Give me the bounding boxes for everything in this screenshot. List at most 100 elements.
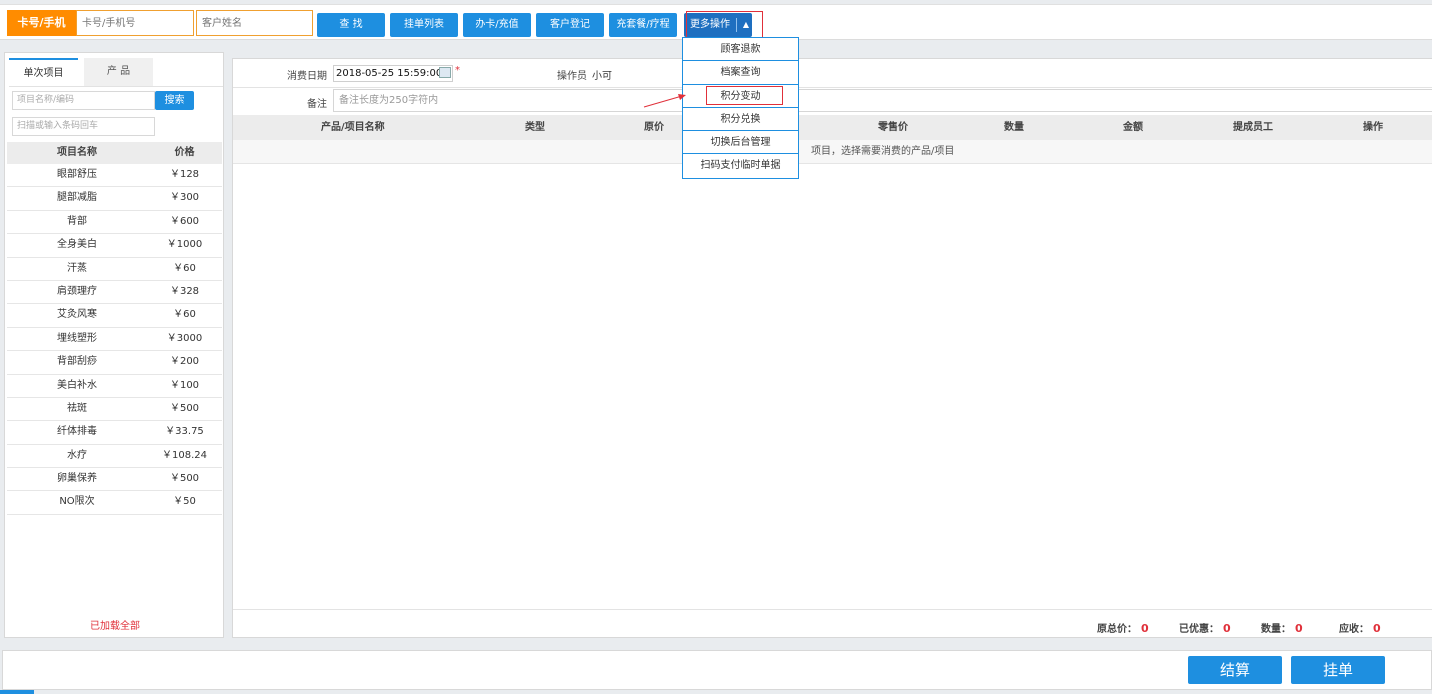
item-price: ￥500 [169,473,200,485]
col-retail-price: 零售价 [878,122,908,133]
item-price: ￥128 [169,169,200,180]
total-quantity: 数量： 0 [1261,620,1303,635]
item-row[interactable]: 水疗 ￥108.24 [7,445,222,469]
item-table-header: 项目名称 价格 [7,142,222,164]
total-receivable-label: 应收： [1339,624,1369,635]
calendar-icon[interactable] [439,67,451,78]
item-price: ￥200 [169,356,200,368]
item-table: 项目名称 价格 眼部舒压 ￥128 腿部减脂 ￥300 背部 ￥600 全身美白 ￥1000 汗… [7,142,222,515]
loaded-all-text: 已加载全部 [90,621,140,632]
date-input[interactable]: 2018-05-25 15:59:00 [333,65,453,82]
barcode-input[interactable]: 扫描或输入条码回车 [12,117,155,136]
card-recharge-button[interactable]: 办卡/充值 [463,13,531,37]
total-discount: 已优惠： 0 [1179,620,1231,635]
item-name: 水疗 [67,449,87,461]
item-price: ￥300 [169,192,200,204]
item-row[interactable]: 腿部减脂 ￥300 [7,187,222,211]
search-button[interactable]: 查 找 [317,13,385,37]
item-row[interactable]: 埋线塑形 ￥3000 [7,328,222,352]
total-original-label: 原总价： [1097,624,1137,635]
item-row[interactable]: 汗蒸 ￥60 [7,258,222,281]
hold-order-button[interactable]: 挂单 [1291,656,1385,684]
highlight-box-points [706,86,783,105]
annotation-arrow-icon [643,94,686,108]
item-name: 腿部减脂 [57,192,97,204]
item-row[interactable]: 背部刮痧 ￥200 [7,351,222,375]
menu-item-switch-admin[interactable]: 切换后台管理 [683,131,798,155]
totals-bar: 原总价： 0 已优惠： 0 数量： 0 应收： 0 [233,609,1432,639]
page-loading-bar [0,690,34,694]
item-row[interactable]: 祛斑 ￥500 [7,398,222,422]
item-price: ￥328 [169,285,200,297]
item-name: 全身美白 [57,239,97,251]
total-discount-value: 0 [1223,622,1231,635]
total-quantity-value: 0 [1295,622,1303,635]
date-label: 消费日期 [287,71,327,82]
col-original-price: 原价 [644,122,664,133]
order-table-header: 产品/项目名称 类型 原价 零售价 数量 金额 提成员工 操作 [233,115,1432,140]
required-mark: * [455,65,460,76]
total-receivable: 应收： 0 [1339,620,1381,635]
item-row[interactable]: 卵巢保养 ￥500 [7,468,222,492]
item-name-header: 项目名称 [57,147,97,158]
col-amount: 金额 [1123,122,1143,133]
order-panel: 消费日期 2018-05-25 15:59:00 * 操作员 小可 备注 备注长… [232,58,1432,638]
total-quantity-label: 数量： [1261,624,1291,635]
pos-page: 卡号/手机 查 找 挂单列表 办卡/充值 客户登记 充套餐/疗程 更多操作 ▲ … [0,0,1432,694]
item-name: 艾灸风寒 [57,309,97,321]
tab-single-items[interactable]: 单次项目 [9,58,78,86]
package-recharge-button[interactable]: 充套餐/疗程 [609,13,677,37]
item-price: ￥1000 [166,239,203,251]
menu-item-archive-query[interactable]: 档案查询 [683,61,798,85]
empty-table-row: 项目，选择需要消费的产品/项目 [233,140,1432,164]
item-price: ￥50 [173,496,196,508]
remark-row: 备注 备注长度为250字符内 [233,88,1432,115]
tab-products[interactable]: 产 品 [84,58,153,86]
menu-item-scan-pay-temp[interactable]: 扫码支付临时单据 [683,154,798,177]
tab-divider [9,86,223,87]
item-panel: 单次项目 产 品 项目名称/编码 搜索 扫描或输入条码回车 项目名称 价格 眼部… [4,52,224,638]
menu-item-points-exchange[interactable]: 积分兑换 [683,108,798,132]
hold-list-button[interactable]: 挂单列表 [390,13,458,37]
item-name: 卵巢保养 [57,473,97,485]
customer-register-button[interactable]: 客户登记 [536,13,604,37]
more-actions-menu: 顾客退款 档案查询 积分变动 积分兑换 切换后台管理 扫码支付临时单据 [682,37,799,179]
item-row[interactable]: 全身美白 ￥1000 [7,234,222,258]
item-name: 背部刮痧 [57,356,97,368]
customer-name-input[interactable] [196,10,313,36]
item-row[interactable]: 艾灸风寒 ￥60 [7,304,222,328]
checkout-button[interactable]: 结算 [1188,656,1282,684]
remark-input[interactable]: 备注长度为250字符内 [333,89,1432,112]
item-row[interactable]: 背部 ￥600 [7,211,222,235]
item-price: ￥60 [173,309,196,321]
total-original-value: 0 [1141,622,1149,635]
item-search-input[interactable]: 项目名称/编码 [12,91,155,110]
item-price-header: 价格 [174,147,195,158]
item-search-button[interactable]: 搜索 [155,91,194,110]
menu-item-refund[interactable]: 顾客退款 [683,38,798,62]
total-discount-label: 已优惠： [1179,624,1219,635]
item-name: 汗蒸 [67,262,87,274]
card-type-label[interactable]: 卡号/手机 [7,10,76,36]
card-number-input[interactable] [76,10,194,36]
item-row[interactable]: NO限次 ￥50 [7,491,222,515]
remark-label: 备注 [307,99,327,110]
action-bar: 结算 挂单 [2,650,1432,690]
item-row[interactable]: 眼部舒压 ￥128 [7,164,222,188]
item-row[interactable]: 肩颈理疗 ￥328 [7,281,222,305]
item-price: ￥500 [169,402,200,414]
item-name: 埋线塑形 [57,332,97,344]
item-row[interactable]: 美白补水 ￥100 [7,375,222,398]
date-operator-row: 消费日期 2018-05-25 15:59:00 * 操作员 小可 [233,59,1432,88]
item-row[interactable]: 纤体排毒 ￥33.75 [7,421,222,445]
item-price: ￥3000 [166,332,203,344]
item-name: 美白补水 [57,379,97,391]
item-name: NO限次 [59,496,95,508]
item-rows: 眼部舒压 ￥128 腿部减脂 ￥300 背部 ￥600 全身美白 ￥1000 汗蒸 ￥60 肩颈理疗… [7,164,222,515]
item-name: 眼部舒压 [57,169,97,180]
operator-label: 操作员 [557,71,587,82]
col-product-name: 产品/项目名称 [321,122,385,133]
col-operation: 操作 [1363,122,1383,133]
col-quantity: 数量 [1004,122,1024,133]
item-price: ￥60 [173,262,196,274]
